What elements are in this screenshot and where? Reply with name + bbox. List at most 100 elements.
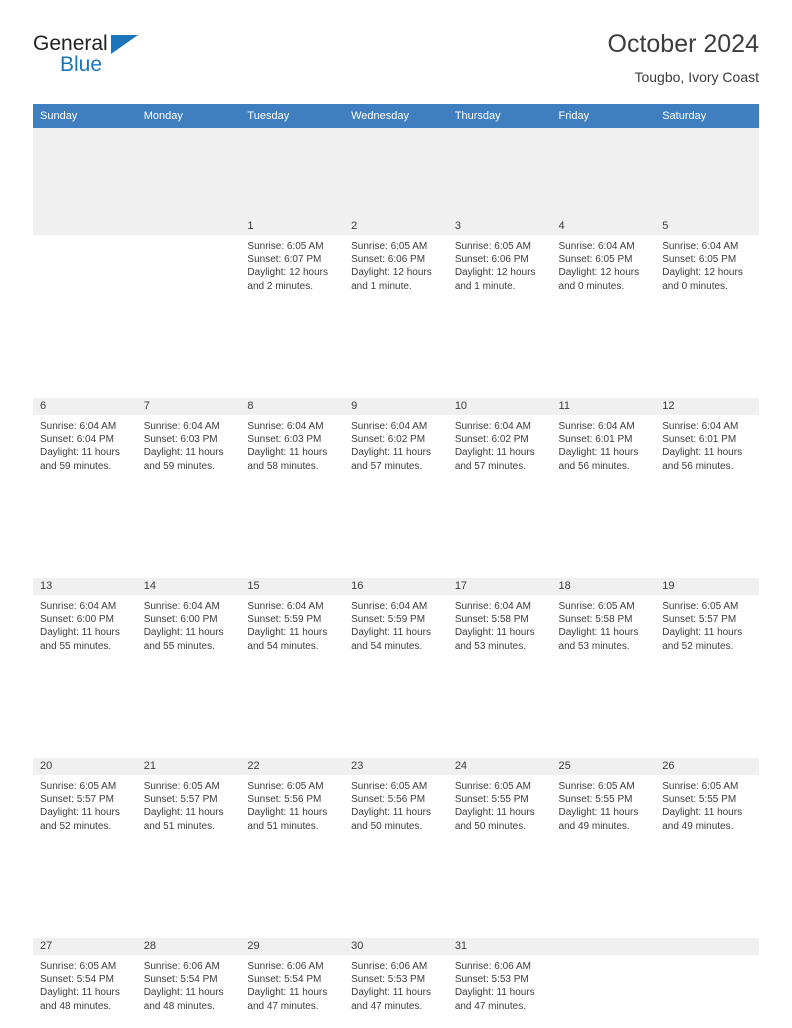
general-blue-logo[interactable]: General Blue xyxy=(33,32,233,88)
day-details: Sunrise: 6:05 AM Sunset: 6:06 PM Daylight:… xyxy=(448,235,552,293)
calendar-day-cell[interactable]: 2 Sunrise: 6:05 AM Sunset: 6:06 PM Daylight… xyxy=(344,218,448,308)
sunrise-text: Sunrise: 6:05 AM xyxy=(351,781,428,792)
calendar-day-cell[interactable]: 18 Sunrise: 6:05 AM Sunset: 5:58 PM Dayligh… xyxy=(551,578,656,668)
calendar-body: 1 Sunrise: 6:05 AM Sunset: 6:07 PM Daylight… xyxy=(33,128,759,1028)
day-number: 5 xyxy=(655,218,759,235)
day-number: 19 xyxy=(655,578,759,595)
calendar-day-cell[interactable]: 17 Sunrise: 6:04 AM Sunset: 5:58 PM Dayligh… xyxy=(447,578,552,668)
daylight-text-line1: Daylight: 11 hours xyxy=(662,627,743,639)
day-number: 25 xyxy=(551,758,656,775)
sunrise-text: Sunrise: 6:06 AM xyxy=(247,961,324,972)
sunrise-text: Sunrise: 6:04 AM xyxy=(143,601,220,612)
sunrise-text: Sunrise: 6:05 AM xyxy=(558,781,635,792)
sunset-text: Sunset: 6:01 PM xyxy=(662,434,737,446)
calendar-day-cell[interactable]: 9 Sunrise: 6:04 AM Sunset: 6:02 PM Daylight… xyxy=(344,398,448,488)
day-number: 22 xyxy=(240,758,345,775)
day-number: 27 xyxy=(33,938,137,955)
day-details: Sunrise: 6:06 AM Sunset: 5:54 PM Daylight:… xyxy=(240,955,344,1013)
daylight-text-line1: Daylight: 11 hours xyxy=(40,627,120,639)
calendar-day-cell[interactable]: 28 Sunrise: 6:06 AM Sunset: 5:54 PM Dayligh… xyxy=(136,938,241,1028)
calendar-day-cell[interactable]: 16 Sunrise: 6:04 AM Sunset: 5:59 PM Dayligh… xyxy=(344,578,448,668)
day-number: 8 xyxy=(240,398,345,415)
daylight-text-line2: and 53 minutes. xyxy=(454,640,526,652)
day-number: 10 xyxy=(447,398,552,415)
calendar-day-cell[interactable]: 23 Sunrise: 6:05 AM Sunset: 5:56 PM Dayligh… xyxy=(344,758,448,848)
daylight-text-line1: Daylight: 11 hours xyxy=(143,987,224,999)
daylight-text-line2: and 51 minutes. xyxy=(247,820,319,832)
calendar-day-cell[interactable]: 4 Sunrise: 6:04 AM Sunset: 6:05 PM Daylight… xyxy=(551,218,656,308)
day-details: Sunrise: 6:04 AM Sunset: 6:00 PM Daylight:… xyxy=(33,595,137,653)
calendar-day-cell-empty xyxy=(655,938,759,1028)
calendar-day-cell[interactable]: 3 Sunrise: 6:05 AM Sunset: 6:06 PM Daylight… xyxy=(447,218,552,308)
daylight-text-line1: Daylight: 12 hours xyxy=(351,267,432,279)
calendar-day-cell-empty xyxy=(136,218,241,308)
daylight-text-line1: Daylight: 11 hours xyxy=(351,627,431,639)
calendar-day-cell[interactable]: 26 Sunrise: 6:05 AM Sunset: 5:55 PM Dayligh… xyxy=(655,758,759,848)
calendar-day-cell[interactable]: 22 Sunrise: 6:05 AM Sunset: 5:56 PM Dayligh… xyxy=(240,758,345,848)
sunrise-text: Sunrise: 6:04 AM xyxy=(351,601,428,612)
sunset-text: Sunset: 5:59 PM xyxy=(351,614,426,626)
daylight-text-line1: Daylight: 12 hours xyxy=(558,267,640,279)
calendar-day-cell[interactable]: 10 Sunrise: 6:04 AM Sunset: 6:02 PM Dayligh… xyxy=(447,398,552,488)
sunset-text: Sunset: 5:57 PM xyxy=(662,614,737,626)
daylight-text-line2: and 52 minutes. xyxy=(40,820,112,832)
calendar-day-cell[interactable]: 21 Sunrise: 6:05 AM Sunset: 5:57 PM Dayligh… xyxy=(136,758,241,848)
sunrise-text: Sunrise: 6:04 AM xyxy=(558,241,635,252)
daylight-text-line1: Daylight: 11 hours xyxy=(247,627,328,639)
calendar-day-cell[interactable]: 7 Sunrise: 6:04 AM Sunset: 6:03 PM Daylight… xyxy=(136,398,241,488)
daylight-text-line1: Daylight: 11 hours xyxy=(40,987,120,999)
daylight-text-line2: and 0 minutes. xyxy=(662,280,728,292)
sunrise-text: Sunrise: 6:04 AM xyxy=(40,601,117,612)
daylight-text-line2: and 47 minutes. xyxy=(247,1000,319,1012)
day-details: Sunrise: 6:05 AM Sunset: 5:55 PM Daylight:… xyxy=(552,775,656,833)
daylight-text-line2: and 2 minutes. xyxy=(247,280,314,292)
calendar-day-cell[interactable]: 31 Sunrise: 6:06 AM Sunset: 5:53 PM Dayligh… xyxy=(447,938,552,1028)
daylight-text-line1: Daylight: 12 hours xyxy=(454,267,536,279)
day-details: Sunrise: 6:04 AM Sunset: 6:01 PM Daylight:… xyxy=(655,415,759,473)
calendar-day-cell[interactable]: 24 Sunrise: 6:05 AM Sunset: 5:55 PM Dayligh… xyxy=(447,758,552,848)
calendar-day-cell[interactable]: 8 Sunrise: 6:04 AM Sunset: 6:03 PM Daylight… xyxy=(240,398,345,488)
calendar-week-row: 13 Sunrise: 6:04 AM Sunset: 6:00 PM Dayligh… xyxy=(33,578,759,668)
calendar-day-cell[interactable]: 14 Sunrise: 6:04 AM Sunset: 6:00 PM Dayligh… xyxy=(136,578,241,668)
day-number: 26 xyxy=(655,758,759,775)
sunrise-text: Sunrise: 6:05 AM xyxy=(40,961,117,972)
week-separator-line xyxy=(33,308,759,398)
calendar-day-cell[interactable]: 12 Sunrise: 6:04 AM Sunset: 6:01 PM Dayligh… xyxy=(655,398,759,488)
calendar-day-cell[interactable]: 19 Sunrise: 6:05 AM Sunset: 5:57 PM Dayligh… xyxy=(655,578,759,668)
calendar-day-cell[interactable]: 20 Sunrise: 6:05 AM Sunset: 5:57 PM Dayligh… xyxy=(33,758,137,848)
sunset-text: Sunset: 6:03 PM xyxy=(247,434,322,446)
day-details: Sunrise: 6:04 AM Sunset: 6:02 PM Daylight:… xyxy=(448,415,552,473)
daylight-text-line1: Daylight: 11 hours xyxy=(662,807,743,819)
sunrise-text: Sunrise: 6:05 AM xyxy=(662,781,739,792)
calendar-day-cell[interactable]: 27 Sunrise: 6:05 AM Sunset: 5:54 PM Dayligh… xyxy=(33,938,137,1028)
day-details: Sunrise: 6:04 AM Sunset: 6:04 PM Daylight:… xyxy=(33,415,137,473)
day-number: 23 xyxy=(344,758,448,775)
sunset-text: Sunset: 5:54 PM xyxy=(40,974,114,986)
calendar-day-cell[interactable]: 30 Sunrise: 6:06 AM Sunset: 5:53 PM Dayligh… xyxy=(344,938,448,1028)
daylight-text-line1: Daylight: 11 hours xyxy=(558,807,639,819)
sunrise-text: Sunrise: 6:05 AM xyxy=(247,781,324,792)
calendar-day-cell-empty xyxy=(33,218,137,308)
column-header-friday: Friday xyxy=(551,104,656,128)
calendar-week-row: 27 Sunrise: 6:05 AM Sunset: 5:54 PM Dayligh… xyxy=(33,938,759,1028)
week-separator-line xyxy=(33,488,759,578)
day-details: Sunrise: 6:04 AM Sunset: 6:03 PM Daylight:… xyxy=(137,415,241,473)
daylight-text-line2: and 49 minutes. xyxy=(662,820,734,832)
calendar-day-cell[interactable]: 25 Sunrise: 6:05 AM Sunset: 5:55 PM Dayligh… xyxy=(551,758,656,848)
calendar-day-cell[interactable]: 1 Sunrise: 6:05 AM Sunset: 6:07 PM Daylight… xyxy=(240,218,345,308)
calendar-day-cell[interactable]: 15 Sunrise: 6:04 AM Sunset: 5:59 PM Dayligh… xyxy=(240,578,345,668)
day-details: Sunrise: 6:05 AM Sunset: 5:57 PM Daylight:… xyxy=(137,775,241,833)
calendar-day-cell[interactable]: 6 Sunrise: 6:04 AM Sunset: 6:04 PM Daylight… xyxy=(33,398,137,488)
day-number: 6 xyxy=(33,398,137,415)
calendar-day-cell[interactable]: 5 Sunrise: 6:04 AM Sunset: 6:05 PM Daylight… xyxy=(655,218,759,308)
sunset-text: Sunset: 5:57 PM xyxy=(143,794,218,806)
day-details: Sunrise: 6:04 AM Sunset: 6:05 PM Daylight:… xyxy=(655,235,759,293)
logo-text-blue: Blue xyxy=(60,53,103,76)
daylight-text-line2: and 58 minutes. xyxy=(247,460,319,472)
calendar-day-cell[interactable]: 29 Sunrise: 6:06 AM Sunset: 5:54 PM Dayligh… xyxy=(240,938,345,1028)
calendar-day-cell[interactable]: 11 Sunrise: 6:04 AM Sunset: 6:01 PM Dayligh… xyxy=(551,398,656,488)
day-number: 7 xyxy=(136,398,241,415)
day-details: Sunrise: 6:06 AM Sunset: 5:53 PM Daylight:… xyxy=(344,955,448,1013)
daylight-text-line2: and 1 minute. xyxy=(454,280,516,292)
calendar-day-cell[interactable]: 13 Sunrise: 6:04 AM Sunset: 6:00 PM Dayligh… xyxy=(33,578,137,668)
